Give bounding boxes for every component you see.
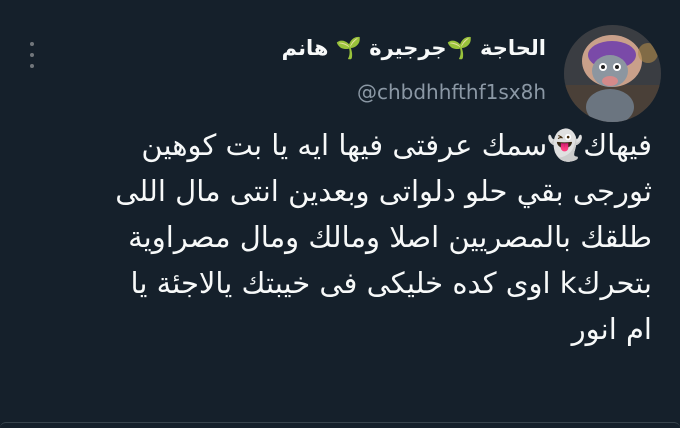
author-handle[interactable]: @chbdhhfthf1sx8h	[357, 80, 546, 104]
tweet-text-line: بتحركk اوى كده خليكى فى خيبتك يالاجئة يا	[130, 266, 652, 300]
tweet-text-line: طلقك بالمصريين اصلا ومالك ومال مصراوية	[128, 220, 652, 254]
tweet-text: فيهاك👻سمك عرفتى فيها ايه يا بت كوهين ثور…	[12, 122, 652, 352]
more-dot-icon	[30, 64, 34, 68]
more-options-button[interactable]	[25, 42, 39, 68]
card-bottom-border	[0, 422, 680, 428]
avatar-icon	[564, 25, 661, 122]
author-avatar[interactable]	[564, 25, 661, 122]
tweet-text-line: ام انور	[571, 312, 652, 346]
tweet-card: الحاجة 🌱جرجيرة 🌱 هانم @chbdhhfthf1sx8h ف…	[0, 0, 680, 428]
more-dot-icon	[30, 53, 34, 57]
tweet-text-line: ثورجى بقي حلو دلواتى وبعدين انتى مال الل…	[115, 174, 652, 208]
author-display-name[interactable]: الحاجة 🌱جرجيرة 🌱 هانم	[282, 36, 546, 61]
tweet-text-line: فيهاك👻سمك عرفتى فيها ايه يا بت كوهين	[141, 128, 652, 162]
more-dot-icon	[30, 42, 34, 46]
